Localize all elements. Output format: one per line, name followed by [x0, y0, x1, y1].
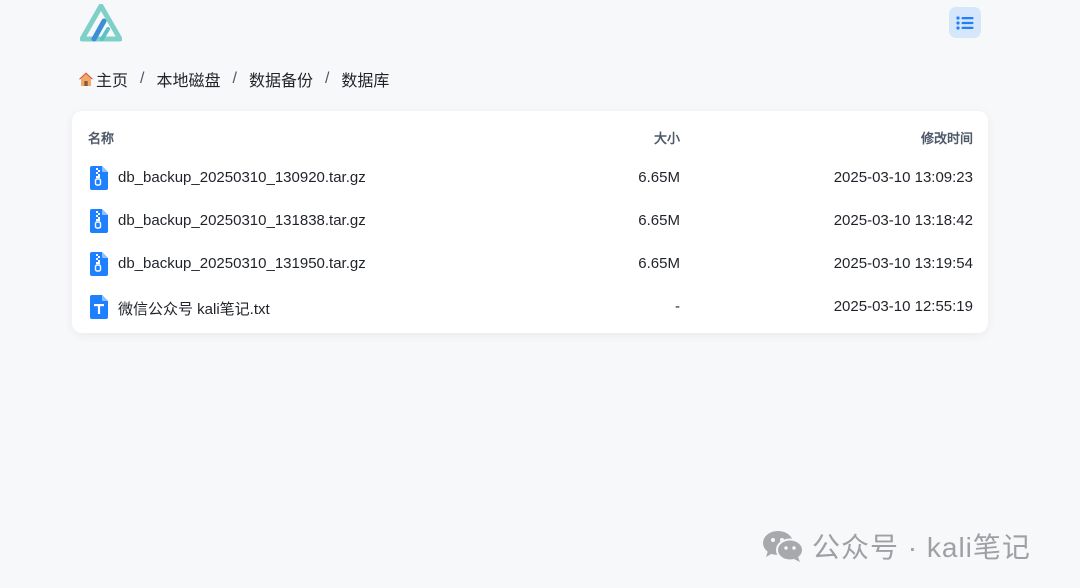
- breadcrumb-home[interactable]: 主页: [78, 67, 128, 91]
- file-size: 6.65M: [638, 255, 680, 272]
- file-size: 6.65M: [638, 212, 680, 229]
- file-modified-time: 2025-03-10 13:09:23: [833, 169, 973, 186]
- file-name[interactable]: db_backup_20250310_130920.tar.gz: [118, 169, 366, 186]
- column-header-name[interactable]: 名称: [88, 128, 114, 147]
- logo-icon: [79, 3, 123, 42]
- file-modified-time: 2025-03-10 13:19:54: [833, 255, 973, 272]
- table-row[interactable]: db_backup_20250310_130920.tar.gz 6.65M 2…: [72, 156, 988, 199]
- breadcrumb-separator: /: [140, 70, 145, 87]
- table-row[interactable]: db_backup_20250310_131950.tar.gz 6.65M 2…: [72, 242, 988, 285]
- file-modified-time: 2025-03-10 13:18:42: [833, 212, 973, 229]
- file-browser-page: 主页 / 本地磁盘 / 数据备份 / 数据库 名称 大小 修改时间 db_bac…: [0, 0, 1080, 588]
- table-row[interactable]: db_backup_20250310_131838.tar.gz 6.65M 2…: [72, 199, 988, 242]
- watermark: 公众号 · kali笔记: [762, 526, 1031, 566]
- breadcrumb-separator: /: [232, 70, 237, 87]
- file-name[interactable]: db_backup_20250310_131950.tar.gz: [118, 255, 366, 272]
- app-logo[interactable]: [79, 3, 123, 42]
- breadcrumb: 主页 / 本地磁盘 / 数据备份 / 数据库: [78, 68, 389, 90]
- zip-file-icon: [90, 209, 108, 233]
- text-file-icon: [90, 295, 108, 319]
- file-modified-time: 2025-03-10 12:55:19: [833, 298, 973, 315]
- table-header: 名称 大小 修改时间: [72, 124, 988, 148]
- file-size: -: [675, 298, 680, 315]
- breadcrumb-item-data-backup[interactable]: 数据备份: [249, 67, 313, 91]
- wechat-icon: [763, 531, 804, 562]
- file-list: 名称 大小 修改时间 db_backup_20250310_130920.tar…: [72, 111, 988, 333]
- file-name[interactable]: db_backup_20250310_131838.tar.gz: [118, 212, 366, 229]
- breadcrumb-item-database[interactable]: 数据库: [341, 67, 389, 91]
- breadcrumb-label: 主页: [96, 73, 129, 90]
- file-name[interactable]: 微信公众号 kali笔记.txt: [118, 298, 270, 319]
- column-header-modified[interactable]: 修改时间: [921, 128, 973, 147]
- zip-file-icon: [90, 252, 108, 276]
- table-row[interactable]: 微信公众号 kali笔记.txt - 2025-03-10 12:55:19: [72, 285, 988, 328]
- zip-file-icon: [90, 166, 108, 190]
- breadcrumb-separator: /: [324, 70, 330, 87]
- house-icon: [78, 72, 94, 86]
- file-size: 6.65M: [638, 169, 680, 186]
- column-header-size[interactable]: 大小: [654, 128, 680, 147]
- list-icon: [956, 15, 974, 30]
- view-toggle-button[interactable]: [949, 7, 981, 38]
- watermark-text: 公众号 · kali笔记: [812, 532, 1031, 563]
- breadcrumb-item-local-disk[interactable]: 本地磁盘: [156, 67, 220, 91]
